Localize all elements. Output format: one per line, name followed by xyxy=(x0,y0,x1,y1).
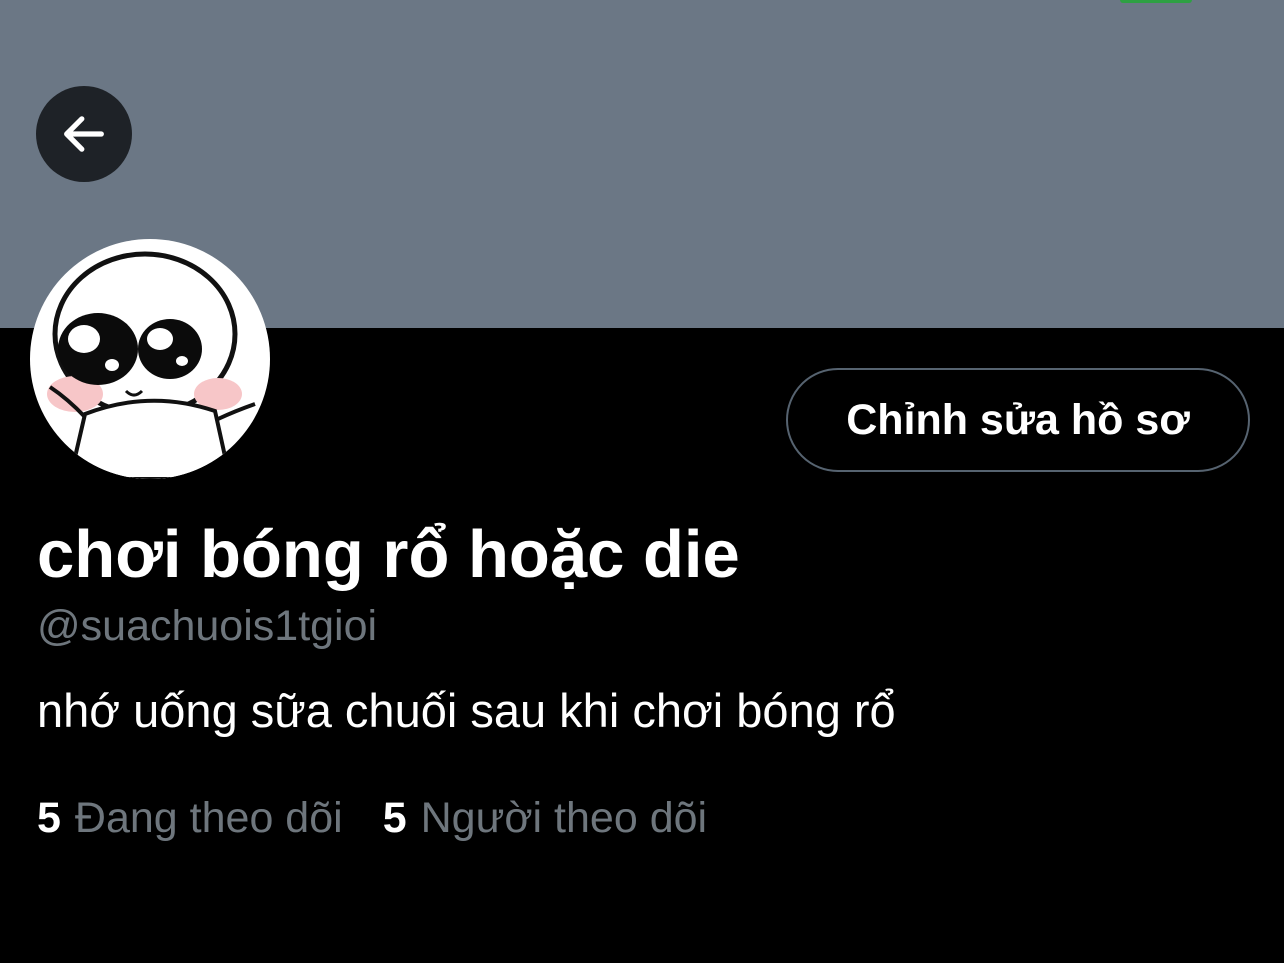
follow-stats: 5 Đang theo dõi 5 Người theo dõi xyxy=(37,792,707,844)
following-label: Đang theo dõi xyxy=(74,794,343,842)
following-count: 5 xyxy=(37,794,61,842)
arrow-left-icon xyxy=(64,116,104,152)
avatar[interactable] xyxy=(30,239,270,479)
profile-bio: nhớ uống sữa chuối sau khi chơi bóng rổ xyxy=(37,684,896,737)
cartoon-avatar-icon xyxy=(47,251,256,479)
followers-stat[interactable]: 5 Người theo dõi xyxy=(383,792,707,844)
edit-profile-button[interactable]: Chỉnh sửa hồ sơ xyxy=(786,368,1250,472)
display-name: chơi bóng rổ hoặc die xyxy=(37,517,740,592)
following-stat[interactable]: 5 Đang theo dõi xyxy=(37,792,343,844)
back-button[interactable] xyxy=(36,86,132,182)
status-indicator xyxy=(1120,0,1192,3)
profile-page: Chỉnh sửa hồ sơ chơi bóng rổ hoặc die @s… xyxy=(0,0,1284,963)
edit-profile-label: Chỉnh sửa hồ sơ xyxy=(846,395,1190,444)
followers-count: 5 xyxy=(382,794,407,842)
user-handle: @suachuois1tgioi xyxy=(37,602,378,650)
followers-label: Người theo dõi xyxy=(420,794,708,842)
